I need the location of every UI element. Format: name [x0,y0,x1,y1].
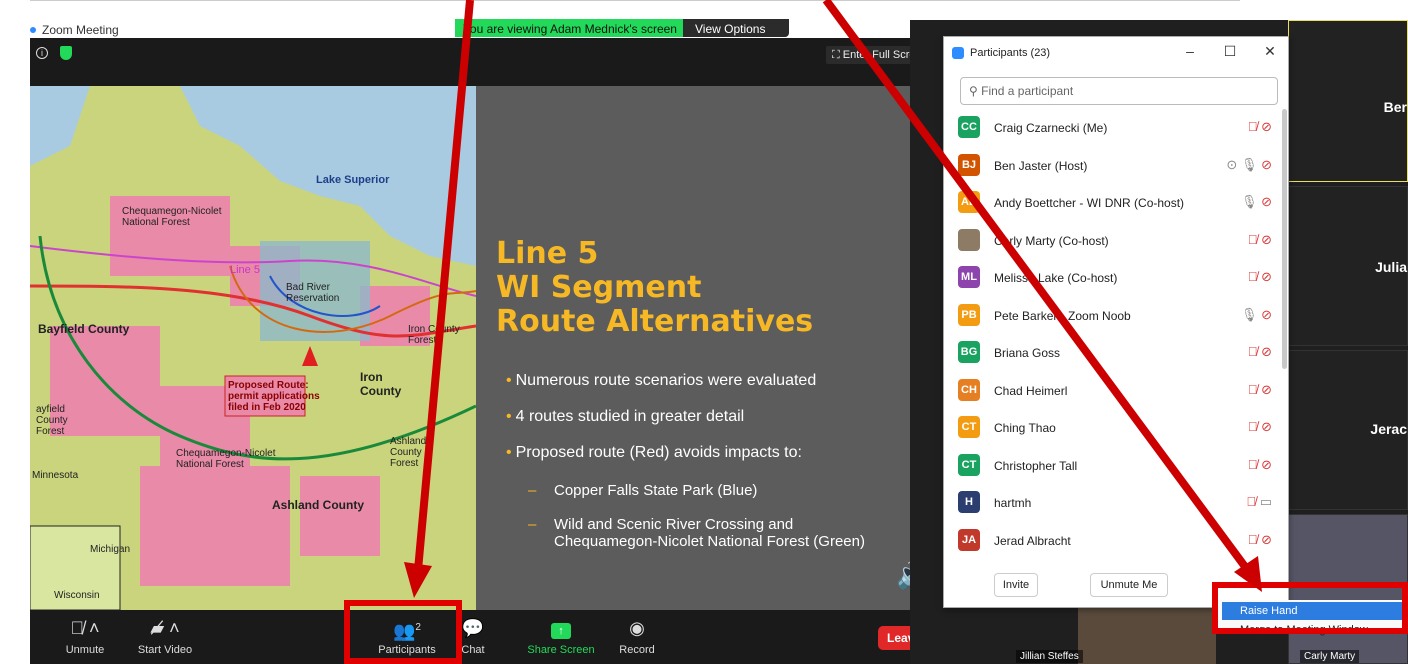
arrow-to-participants [414,0,474,571]
arrowhead-participants [404,562,432,598]
arrow-to-raise-hand [822,0,1250,571]
annotation-arrows [404,0,1262,598]
